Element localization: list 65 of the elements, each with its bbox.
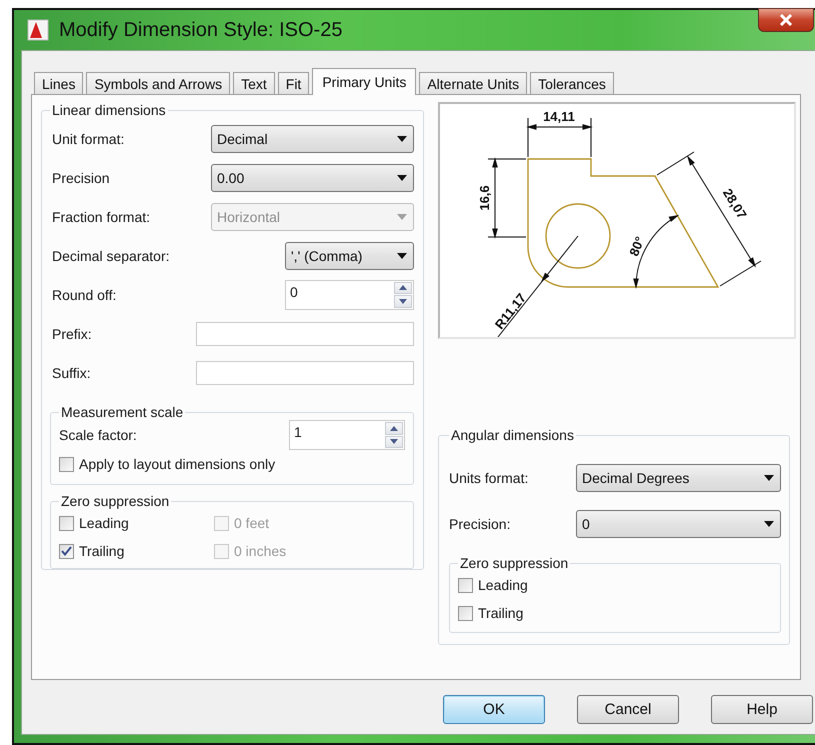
checkbox[interactable]: [458, 606, 473, 620]
checkbox-label[interactable]: Leading: [79, 515, 129, 531]
checkbox[interactable]: [458, 578, 473, 592]
field-label: Precision: [52, 170, 110, 186]
dropdown[interactable]: 0: [576, 510, 781, 538]
checkbox-label[interactable]: Trailing: [478, 605, 524, 621]
field-label: Scale factor:: [59, 427, 137, 443]
window-title: Modify Dimension Style: ISO-25: [59, 18, 342, 42]
field-label: Prefix:: [52, 326, 92, 342]
tab[interactable]: Alternate Units: [419, 72, 528, 94]
dropdown[interactable]: Decimal: [211, 124, 414, 152]
field-label: Round off:: [52, 286, 116, 302]
dropdown[interactable]: ',' (Comma): [285, 242, 414, 270]
spinner-field[interactable]: 0: [285, 280, 414, 310]
group-title: Zero suppression: [459, 555, 570, 571]
caret-icon: [764, 521, 774, 527]
dropdown[interactable]: Decimal Degrees: [576, 464, 781, 492]
spinner-field[interactable]: 1: [289, 420, 405, 450]
group-title: Zero suppression: [60, 493, 170, 509]
caret-icon: [764, 475, 774, 481]
group-title: Angular dimensions: [450, 427, 575, 443]
dropdown[interactable]: 0.00: [211, 164, 414, 192]
down-arrow-icon: [390, 439, 398, 444]
tab[interactable]: Fit: [278, 72, 310, 94]
spin-down-button[interactable]: [394, 295, 412, 308]
checkbox-label[interactable]: Leading: [478, 577, 528, 593]
caret-icon: [397, 252, 407, 258]
dimension-label: 80°: [626, 234, 648, 258]
dimension-label: 16,6: [477, 185, 492, 211]
close-icon: [779, 14, 793, 26]
dimension-label: 14,11: [543, 109, 575, 124]
tab[interactable]: Tolerances: [530, 72, 614, 94]
checkbox[interactable]: [59, 456, 74, 472]
checkbox-label[interactable]: Trailing: [79, 543, 124, 559]
dialog-button[interactable]: Cancel: [577, 695, 679, 724]
tab[interactable]: Lines: [34, 72, 84, 94]
close-button[interactable]: [758, 8, 814, 32]
tab[interactable]: Text: [233, 72, 275, 94]
field-label: Suffix:: [52, 364, 91, 380]
checkbox[interactable]: [59, 516, 74, 530]
up-arrow-icon: [390, 426, 398, 431]
group-title: Linear dimensions: [51, 102, 167, 118]
group-title: Measurement scale: [60, 404, 184, 420]
caret-icon: [397, 174, 407, 180]
text-field[interactable]: [196, 322, 414, 346]
logo-icon: [27, 19, 49, 41]
up-arrow-icon: [399, 285, 407, 290]
field-label: Precision:: [449, 516, 510, 532]
caret-icon: [397, 136, 407, 142]
field-label: Units format:: [449, 470, 528, 486]
dialog-button[interactable]: Help: [711, 695, 813, 724]
text-field[interactable]: [196, 360, 414, 384]
checkbox-label[interactable]: Apply to layout dimensions only: [79, 456, 276, 472]
field-label: Decimal separator:: [52, 248, 170, 264]
dialog-button[interactable]: OK: [443, 695, 545, 724]
spin-up-button[interactable]: [385, 422, 403, 434]
field-label: Fraction format:: [52, 208, 150, 224]
spin-up-button[interactable]: [394, 282, 412, 294]
checkbox[interactable]: [59, 544, 74, 558]
down-arrow-icon: [399, 298, 407, 304]
caret-icon: [397, 214, 407, 220]
tab[interactable]: Symbols and Arrows: [86, 72, 230, 94]
tab[interactable]: Primary Units: [312, 68, 416, 95]
spin-down-button[interactable]: [385, 436, 403, 448]
field-label: Unit format:: [52, 130, 124, 146]
